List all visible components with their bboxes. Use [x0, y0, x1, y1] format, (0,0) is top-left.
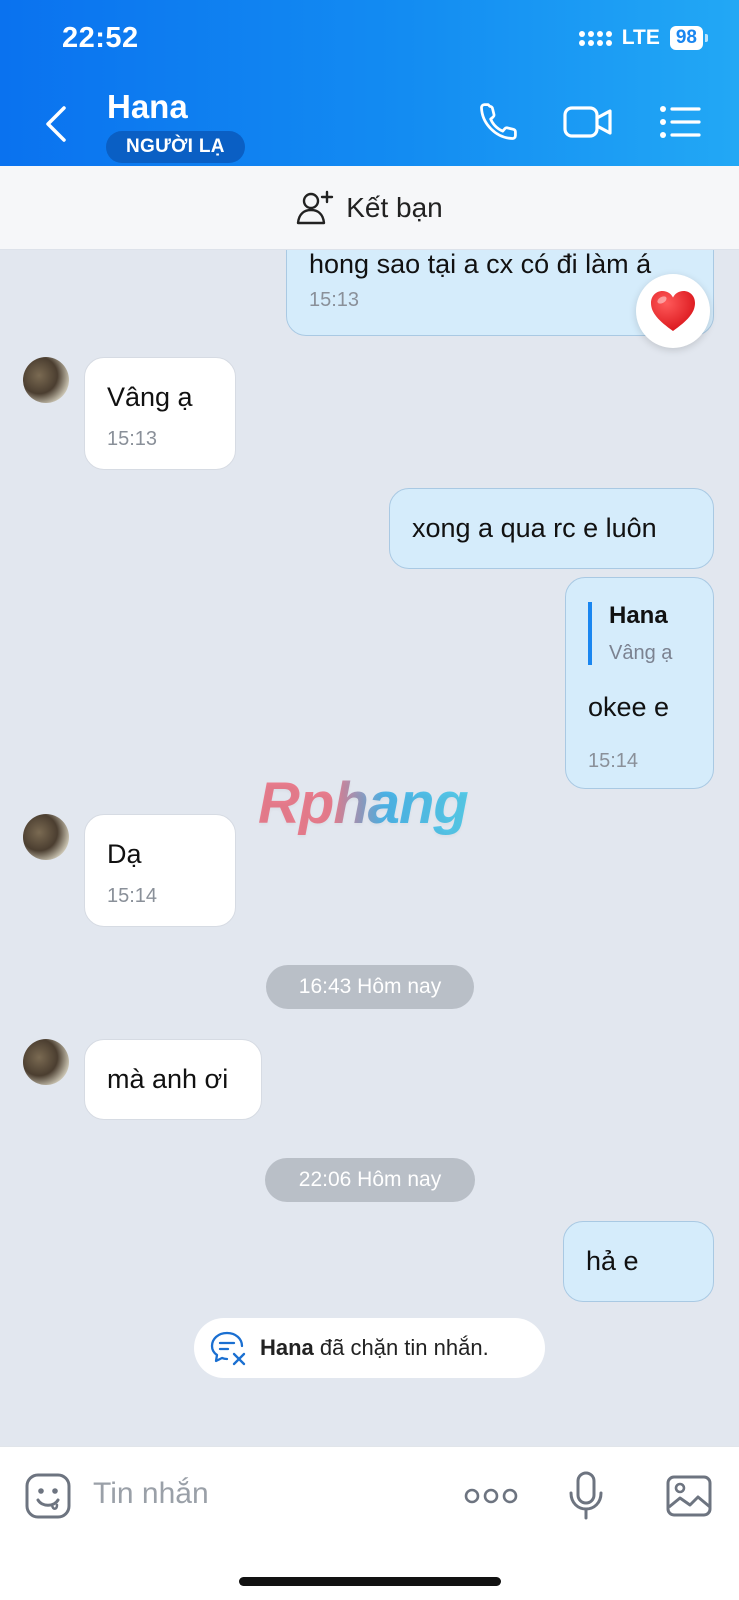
contact-name[interactable]: Hana	[107, 88, 188, 126]
image-button[interactable]	[664, 1469, 714, 1523]
status-time: 22:52	[62, 22, 139, 54]
home-indicator[interactable]	[239, 1577, 501, 1586]
watermark-logo: Rphang	[258, 771, 469, 836]
microphone-icon	[569, 1471, 603, 1520]
heart-reaction-icon	[651, 291, 695, 331]
message-text: hong sao tại a cx có đi làm á	[309, 250, 652, 279]
date-separator: 16:43 Hôm nay	[266, 965, 474, 1009]
stranger-badge: NGƯỜI LẠ	[106, 131, 245, 163]
message-time: 15:14	[588, 750, 639, 772]
blocked-name: Hana	[260, 1335, 314, 1360]
quoted-text: Vâng ạ	[609, 642, 673, 664]
message-text: Vâng ạ	[107, 382, 193, 412]
chat-header: 22:52 LTE 98 Hana NGƯỜI LẠ	[0, 0, 739, 166]
avatar[interactable]	[23, 814, 69, 860]
message-time: 15:13	[107, 428, 158, 450]
voice-call-button[interactable]	[472, 98, 524, 146]
heart-reaction[interactable]	[636, 274, 710, 348]
signal-icon	[578, 30, 612, 46]
options-menu-button[interactable]	[654, 98, 706, 146]
blocked-text: Hana đã chặn tin nhắn.	[260, 1335, 489, 1361]
message-time: 15:14	[107, 885, 158, 907]
add-friend-icon	[297, 190, 334, 224]
message-input-bar: Tin nhắn	[0, 1446, 739, 1600]
message-text: xong a qua rc e luôn	[412, 513, 657, 543]
image-icon	[666, 1475, 712, 1517]
message-time: 15:13	[309, 289, 360, 311]
video-call-button[interactable]	[562, 98, 614, 146]
message-text: okee e	[588, 692, 670, 722]
voice-message-button[interactable]	[566, 1469, 606, 1523]
message-bubble-outgoing[interactable]: xong a qua rc e luôn	[389, 488, 714, 569]
date-separator: 22:06 Hôm nay	[265, 1158, 475, 1202]
add-friend-bar[interactable]: Kết bạn	[0, 166, 739, 250]
back-button[interactable]	[36, 100, 76, 148]
message-bubble-outgoing[interactable]: hả e	[563, 1221, 714, 1302]
message-text: Dạ	[107, 839, 142, 869]
chat-area[interactable]: hong sao tại a cx có đi làm á 15:13 Vâng…	[0, 250, 739, 1446]
message-text: mà anh ơi	[107, 1064, 229, 1094]
network-type: LTE	[621, 26, 660, 49]
blocked-message: đã chặn tin nhắn.	[313, 1335, 489, 1360]
more-icon	[464, 1488, 518, 1504]
blocked-message-icon	[210, 1331, 246, 1366]
back-icon	[46, 106, 66, 142]
phone-icon	[480, 103, 517, 140]
sticker-button[interactable]	[22, 1469, 74, 1523]
menu-list-icon	[660, 106, 701, 138]
video-call-icon	[563, 106, 612, 138]
battery-icon: 98	[669, 26, 709, 50]
message-bubble-incoming[interactable]: Dạ 15:14	[84, 814, 236, 927]
avatar[interactable]	[23, 1039, 69, 1085]
quoted-message[interactable]: Hana Vâng ạ	[588, 602, 672, 665]
message-text: hả e	[586, 1246, 639, 1276]
message-bubble-outgoing-reply[interactable]: Hana Vâng ạ okee e 15:14	[565, 577, 714, 789]
quoted-sender: Hana	[609, 602, 668, 629]
message-input[interactable]: Tin nhắn	[93, 1477, 209, 1511]
more-button[interactable]	[462, 1469, 520, 1523]
blocked-notice: Hana đã chặn tin nhắn.	[194, 1318, 545, 1378]
status-indicators: LTE 98	[578, 26, 709, 50]
avatar[interactable]	[23, 357, 69, 403]
message-bubble-incoming[interactable]: Vâng ạ 15:13	[84, 357, 236, 470]
sticker-icon	[25, 1473, 71, 1519]
add-friend-label: Kết bạn	[346, 191, 443, 223]
message-bubble-incoming[interactable]: mà anh ơi	[84, 1039, 262, 1120]
